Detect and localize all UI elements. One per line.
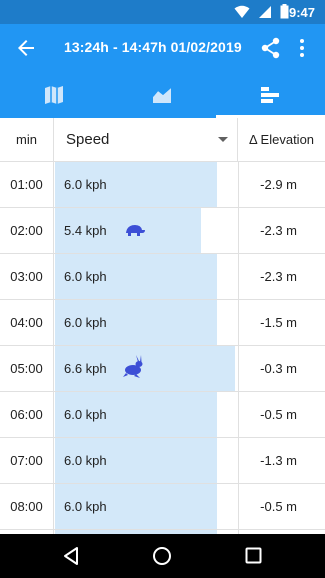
column-header-elevation: Δ Elevation <box>248 132 315 147</box>
table-row: 04:00 6.0 kph -1.5 m <box>0 300 325 346</box>
column-divider <box>238 162 239 207</box>
row-minute: 06:00 <box>0 392 54 437</box>
nav-back-icon[interactable] <box>62 546 80 566</box>
nav-home-icon[interactable] <box>152 546 172 566</box>
share-icon[interactable] <box>261 37 281 59</box>
row-minute: 08:00 <box>0 484 54 529</box>
turtle-icon <box>126 225 145 236</box>
column-divider <box>238 346 239 391</box>
signal-icon <box>259 5 271 18</box>
row-elevation: -0.5 m <box>260 499 297 514</box>
table-row: 07:00 6.0 kph -1.3 m <box>0 438 325 484</box>
table-row: 01:00 6.0 kph -2.9 m <box>0 162 325 208</box>
row-minute: 03:00 <box>0 254 54 299</box>
more-vert-icon[interactable] <box>296 36 308 60</box>
row-elevation: -2.3 m <box>260 223 297 238</box>
dropdown-arrow-icon <box>218 137 228 142</box>
rabbit-icon <box>123 355 143 378</box>
row-elevation: -2.9 m <box>260 177 297 192</box>
back-arrow-icon[interactable] <box>14 36 38 60</box>
row-minute: 07:00 <box>0 438 54 483</box>
row-minute: 05:00 <box>0 346 54 391</box>
column-divider <box>238 484 239 529</box>
app-bar: 13:24h - 14:47h 01/02/2019 <box>0 24 325 72</box>
row-speed: 6.0 kph <box>64 315 107 330</box>
tab-map[interactable] <box>0 72 108 118</box>
row-speed: 6.0 kph <box>64 453 107 468</box>
table-row: 03:00 6.0 kph -2.3 m <box>0 254 325 300</box>
area-chart-icon <box>152 86 172 103</box>
column-header-min: min <box>0 118 54 161</box>
table-row: 02:00 5.4 kph -2.3 m <box>0 208 325 254</box>
nav-recents-icon[interactable] <box>245 547 262 564</box>
tab-bar <box>0 72 325 118</box>
table-row: 06:00 6.0 kph -0.5 m <box>0 392 325 438</box>
splits-list[interactable]: 01:00 6.0 kph -2.9 m 02:00 5.4 kph -2.3 m 03:0… <box>0 162 325 534</box>
bar-list-icon <box>261 87 279 103</box>
row-elevation: -1.3 m <box>260 453 297 468</box>
row-speed: 6.0 kph <box>64 499 107 514</box>
status-bar: 9:47 <box>0 0 325 24</box>
row-speed: 5.4 kph <box>64 223 107 238</box>
column-divider <box>238 392 239 437</box>
column-divider <box>238 208 239 253</box>
table-header: min Speed Δ Elevation <box>0 118 325 162</box>
column-divider <box>238 254 239 299</box>
battery-icon <box>280 4 289 19</box>
row-elevation: -1.5 m <box>260 315 297 330</box>
map-icon <box>45 86 63 104</box>
page-title: 13:24h - 14:47h 01/02/2019 <box>64 39 242 55</box>
column-divider <box>238 438 239 483</box>
row-speed: 6.0 kph <box>64 269 107 284</box>
row-elevation: -0.5 m <box>260 407 297 422</box>
system-nav-bar <box>0 534 325 578</box>
tab-chart[interactable] <box>108 72 216 118</box>
row-speed: 6.0 kph <box>64 177 107 192</box>
speed-metric-dropdown[interactable]: Speed <box>54 118 238 161</box>
row-elevation: -0.3 m <box>260 361 297 376</box>
row-speed: 6.0 kph <box>64 407 107 422</box>
status-icons <box>234 4 289 19</box>
row-minute: 01:00 <box>0 162 54 207</box>
table-row: 08:00 6.0 kph -0.5 m <box>0 484 325 530</box>
row-speed: 6.6 kph <box>64 361 107 376</box>
wifi-icon <box>234 5 250 18</box>
status-time: 9:47 <box>288 5 315 20</box>
speed-dropdown-label: Speed <box>66 131 110 148</box>
row-minute: 04:00 <box>0 300 54 345</box>
table-row: 05:00 6.6 kph -0.3 m <box>0 346 325 392</box>
row-elevation: -2.3 m <box>260 269 297 284</box>
column-divider <box>238 300 239 345</box>
tab-list[interactable] <box>216 72 325 118</box>
row-minute: 02:00 <box>0 208 54 253</box>
